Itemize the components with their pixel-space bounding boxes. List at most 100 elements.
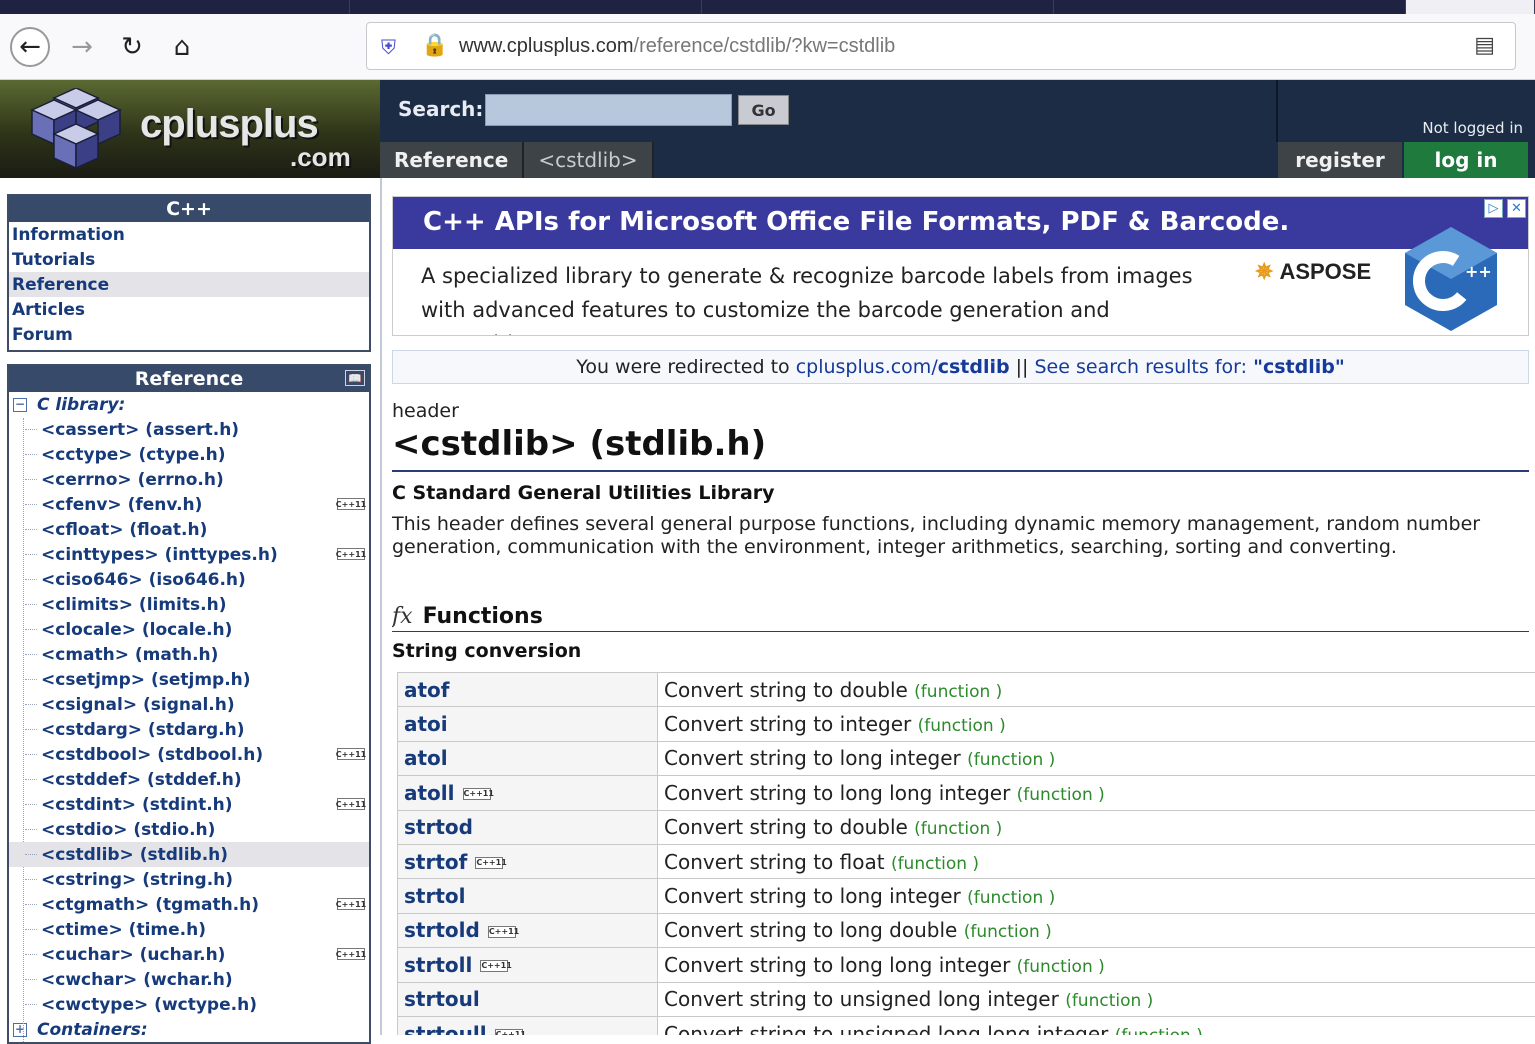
tree-item-label: <cstdarg> (stdarg.h) bbox=[41, 720, 244, 740]
tree-item[interactable]: <ctgmath> (tgmath.h)C++11 bbox=[9, 892, 369, 917]
cpp11-badge-icon: C++11 bbox=[488, 926, 516, 938]
tree-item[interactable]: <cstdlib> (stdlib.h) bbox=[9, 842, 369, 867]
tree-item[interactable]: <cwctype> (wctype.h) bbox=[9, 992, 369, 1017]
tree-item[interactable]: <ciso646> (iso646.h) bbox=[9, 567, 369, 592]
tree-item[interactable]: <cstdint> (stdint.h)C++11 bbox=[9, 792, 369, 817]
function-link[interactable]: strtoul bbox=[404, 987, 480, 1011]
browser-tab[interactable] bbox=[1054, 0, 1406, 14]
tree-item[interactable]: <cwchar> (wchar.h) bbox=[9, 967, 369, 992]
tree-item[interactable]: <cfenv> (fenv.h)C++11 bbox=[9, 492, 369, 517]
header-divider bbox=[1276, 80, 1278, 142]
back-arrow-icon[interactable]: ← bbox=[10, 27, 50, 67]
sidebar-item-articles[interactable]: Articles bbox=[9, 297, 369, 322]
tree-item[interactable]: <cstdbool> (stdbool.h)C++11 bbox=[9, 742, 369, 767]
tree-item[interactable]: <cctype> (ctype.h) bbox=[9, 442, 369, 467]
function-link[interactable]: atol bbox=[404, 746, 448, 770]
function-name-cell: strtod bbox=[398, 810, 658, 844]
tree-item[interactable]: <climits> (limits.h) bbox=[9, 592, 369, 617]
browser-tab[interactable] bbox=[0, 0, 350, 14]
ad-title[interactable]: C++ APIs for Microsoft Office File Forma… bbox=[423, 207, 1289, 237]
ad-brand[interactable]: ✵ASPOSE bbox=[1255, 259, 1371, 285]
tree-item[interactable]: <cmath> (math.h) bbox=[9, 642, 369, 667]
book-icon[interactable]: 📖 bbox=[345, 370, 365, 386]
tree-item[interactable]: <ctime> (time.h) bbox=[9, 917, 369, 942]
functions-heading: fxFunctions bbox=[392, 604, 543, 629]
table-row: atofConvert string to double (function ) bbox=[398, 673, 1535, 707]
sidebar-item-tutorials[interactable]: Tutorials bbox=[9, 247, 369, 272]
browser-tab[interactable] bbox=[350, 0, 702, 14]
expand-icon[interactable]: + bbox=[13, 1023, 27, 1037]
ad-body[interactable]: A specialized library to generate & reco… bbox=[421, 259, 1231, 336]
tree-item[interactable]: <cstdio> (stdio.h) bbox=[9, 817, 369, 842]
tree-item[interactable]: <csetjmp> (setjmp.h) bbox=[9, 667, 369, 692]
tree-item[interactable]: <cerrno> (errno.h) bbox=[9, 467, 369, 492]
function-link[interactable]: atoi bbox=[404, 712, 448, 736]
ad-body-line: with advanced features to customize the … bbox=[421, 293, 1231, 336]
function-description-cell: Convert string to long double (function … bbox=[658, 913, 1535, 947]
functions-label: Functions bbox=[423, 604, 543, 629]
function-link[interactable]: atoll bbox=[404, 781, 455, 805]
function-kind: (function ) bbox=[967, 888, 1055, 908]
sidebar-item-information[interactable]: Information bbox=[9, 222, 369, 247]
sidebar-item-reference[interactable]: Reference bbox=[9, 272, 369, 297]
tree-item[interactable]: <csignal> (signal.h) bbox=[9, 692, 369, 717]
tree-head-containers[interactable]: +Containers: bbox=[9, 1017, 369, 1042]
function-kind: (function ) bbox=[964, 922, 1052, 942]
tree-item[interactable]: <clocale> (locale.h) bbox=[9, 617, 369, 642]
cpp11-badge-icon: C++11 bbox=[337, 748, 365, 760]
register-button[interactable]: register bbox=[1278, 142, 1402, 178]
tree-item[interactable]: <cstdarg> (stdarg.h) bbox=[9, 717, 369, 742]
redirect-link[interactable]: cplusplus.com/cstdlib bbox=[796, 356, 1010, 378]
home-icon[interactable]: ⌂ bbox=[162, 27, 202, 67]
tree-head-c-library[interactable]: −C library: bbox=[9, 392, 369, 417]
reload-icon[interactable]: ↻ bbox=[112, 27, 152, 67]
browser-tab-active[interactable] bbox=[1406, 0, 1535, 14]
url-text[interactable]: www.cplusplus.com/reference/cstdlib/?kw=… bbox=[459, 35, 895, 58]
tree-item[interactable]: <cstddef> (stddef.h) bbox=[9, 767, 369, 792]
forward-arrow-icon[interactable]: → bbox=[62, 27, 102, 67]
tree-item[interactable]: <cuchar> (uchar.h)C++11 bbox=[9, 942, 369, 967]
tree-item[interactable]: <cinttypes> (inttypes.h)C++11 bbox=[9, 542, 369, 567]
search-results-link[interactable]: See search results for: "cstdlib" bbox=[1035, 356, 1345, 378]
tree-items: <cassert> (assert.h)<cctype> (ctype.h)<c… bbox=[9, 417, 369, 1017]
function-name-cell: strtollC++11 bbox=[398, 948, 658, 982]
cpp11-badge-icon: C++11 bbox=[337, 898, 365, 910]
url-bar[interactable]: ⛨ 🔒 www.cplusplus.com/reference/cstdlib/… bbox=[366, 22, 1516, 70]
function-name-cell: atollC++11 bbox=[398, 776, 658, 810]
ad-banner[interactable]: C++ APIs for Microsoft Office File Forma… bbox=[392, 196, 1529, 336]
adchoices-icon[interactable]: ▷ bbox=[1484, 199, 1503, 218]
go-button[interactable]: Go bbox=[738, 95, 789, 125]
redirect-prefix: You were redirected to bbox=[576, 356, 795, 378]
table-row: atoiConvert string to integer (function … bbox=[398, 707, 1535, 741]
search-input[interactable] bbox=[485, 94, 732, 126]
breadcrumb-current[interactable]: <cstdlib> bbox=[524, 142, 653, 178]
cpp-menu-title: C++ bbox=[9, 196, 369, 222]
tree-item[interactable]: <cfloat> (float.h) bbox=[9, 517, 369, 542]
shield-icon[interactable]: ⛨ bbox=[381, 35, 396, 59]
browser-tab[interactable] bbox=[702, 0, 1054, 14]
function-kind: (function ) bbox=[914, 682, 1002, 702]
function-link[interactable]: strtof bbox=[404, 850, 467, 874]
close-icon[interactable]: ✕ bbox=[1507, 199, 1526, 218]
function-description: Convert string to long long integer bbox=[664, 781, 1010, 805]
collapse-icon[interactable]: − bbox=[13, 398, 27, 412]
function-link[interactable]: atof bbox=[404, 678, 450, 702]
tree-item-label: <cassert> (assert.h) bbox=[41, 420, 239, 440]
reader-view-icon[interactable]: ▤ bbox=[1474, 33, 1495, 58]
function-link[interactable]: strtod bbox=[404, 815, 473, 839]
function-link[interactable]: strtol bbox=[404, 884, 465, 908]
function-link[interactable]: strtoull bbox=[404, 1022, 487, 1035]
tree-item-label: <clocale> (locale.h) bbox=[41, 620, 232, 640]
tree-item-label: <cinttypes> (inttypes.h) bbox=[41, 545, 278, 565]
sidebar-item-forum[interactable]: Forum bbox=[9, 322, 369, 347]
tree-item[interactable]: <cassert> (assert.h) bbox=[9, 417, 369, 442]
insecure-lock-icon[interactable]: 🔒 bbox=[421, 33, 448, 58]
breadcrumb-reference[interactable]: Reference bbox=[380, 142, 524, 178]
function-link[interactable]: strtoll bbox=[404, 953, 472, 977]
site-logo[interactable]: cplusplus .com bbox=[0, 80, 380, 178]
function-kind: (function ) bbox=[1017, 957, 1105, 977]
tree-item[interactable]: <cstring> (string.h) bbox=[9, 867, 369, 892]
login-button[interactable]: log in bbox=[1404, 142, 1528, 178]
table-row: strtollC++11Convert string to long long … bbox=[398, 948, 1535, 982]
function-link[interactable]: strtold bbox=[404, 918, 480, 942]
